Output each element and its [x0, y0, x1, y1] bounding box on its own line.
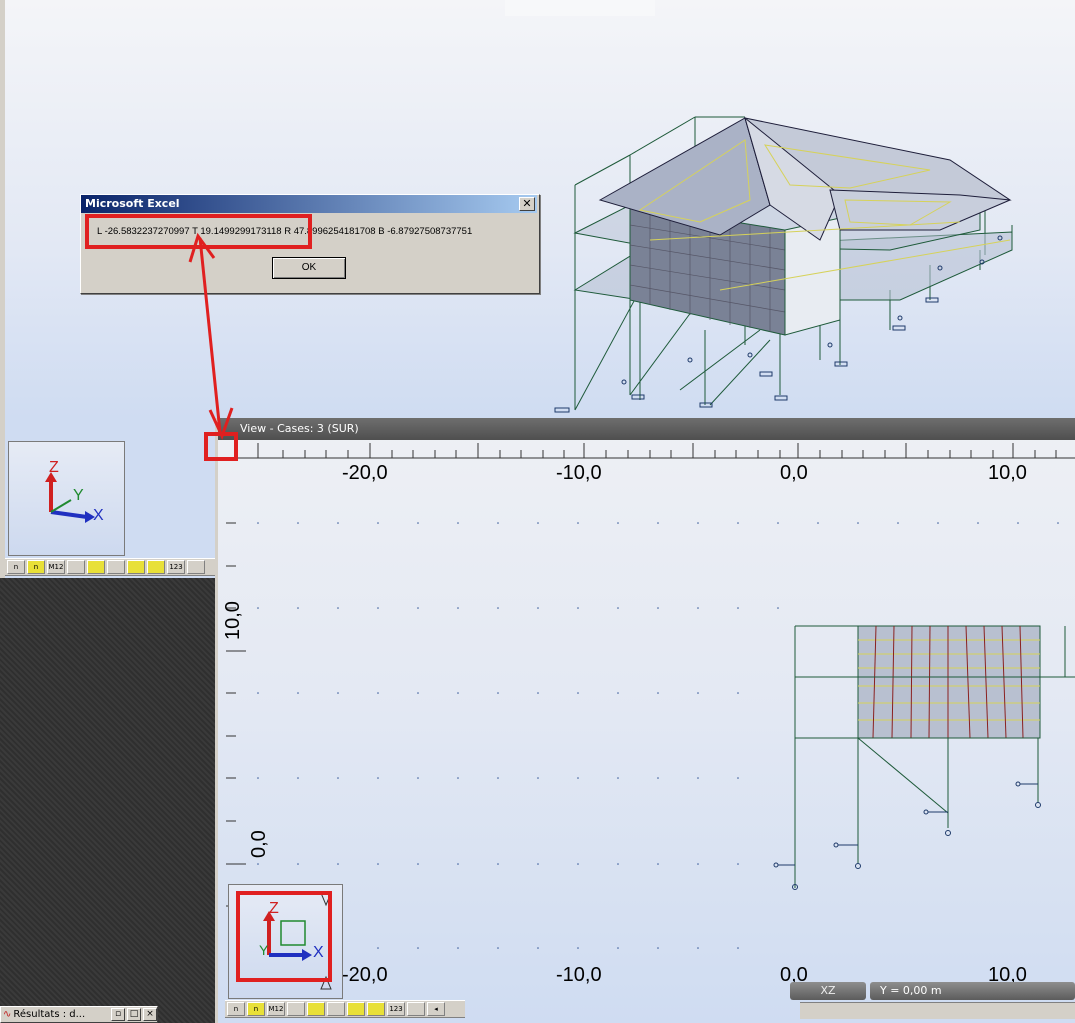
- toolbar-button[interactable]: n: [7, 560, 25, 574]
- maximize-icon[interactable]: □: [127, 1008, 141, 1021]
- toolbar-button[interactable]: n: [27, 560, 45, 574]
- ruler-top-label: -10,0: [556, 462, 602, 484]
- ruler-top-label: 10,0: [988, 462, 1027, 484]
- ok-button[interactable]: OK: [272, 257, 346, 279]
- minimized-results-window[interactable]: ∿ Résultats : d... ▫ □ ×: [0, 1006, 158, 1023]
- toolbar-button[interactable]: M12: [47, 560, 65, 574]
- restore-icon[interactable]: ▫: [111, 1008, 125, 1021]
- ruler-left-label: 10,0: [222, 601, 244, 640]
- toolbar-button[interactable]: [287, 1002, 305, 1016]
- axis-xz-icon: Z Y X: [259, 892, 332, 990]
- toolbar-button[interactable]: 123: [167, 560, 185, 574]
- axis-y-label: Y: [259, 942, 269, 958]
- toolbar-button[interactable]: [407, 1002, 425, 1016]
- ruler-top-label: 0,0: [780, 462, 808, 484]
- left-axis-area: Z Y X n n M12 123: [0, 418, 215, 578]
- toolbar-button[interactable]: [107, 560, 125, 574]
- toolbar-button[interactable]: [87, 560, 105, 574]
- close-icon[interactable]: ×: [143, 1008, 157, 1021]
- dialog-title[interactable]: Microsoft Excel: [81, 195, 537, 213]
- toolbar-button[interactable]: n: [247, 1002, 265, 1016]
- toolbar-button[interactable]: [147, 560, 165, 574]
- axis-triad-icon: Z Y X: [45, 459, 104, 524]
- ruler-bottom-label: -10,0: [556, 964, 602, 986]
- axis-indicator-2d: Z Y X: [228, 884, 343, 999]
- excel-message-dialog: Microsoft Excel ✕ L -26.5832237270997 T …: [80, 194, 540, 294]
- scroll-left-icon[interactable]: ◂: [427, 1002, 445, 1016]
- main-view-toolbar: n n M12 123 ◂: [225, 1000, 465, 1018]
- axis-y-label: Y: [73, 487, 84, 504]
- axis-x-label: X: [313, 944, 324, 961]
- ruler-top-label: -20,0: [342, 462, 388, 484]
- toolbar-button[interactable]: M12: [267, 1002, 285, 1016]
- toolbar-button[interactable]: [347, 1002, 365, 1016]
- top-strip: [505, 0, 655, 16]
- ruler-left-label: 0,0: [248, 830, 270, 858]
- toolbar-button[interactable]: n: [227, 1002, 245, 1016]
- toolbar-button[interactable]: [67, 560, 85, 574]
- toolbar-button[interactable]: 123: [387, 1002, 405, 1016]
- status-coordinate: Y = 0,00 m: [870, 982, 1075, 1000]
- elevation-2d-view[interactable]: -20,0 -10,0 0,0 10,0 10,0 0,0 -20,0 -10,…: [215, 418, 1075, 1023]
- ruler-bottom-label: -20,0: [342, 964, 388, 986]
- results-icon: ∿: [3, 1009, 12, 1020]
- toolbar-button[interactable]: [187, 560, 205, 574]
- dialog-message: L -26.5832237270997 T 19.1499299173118 R…: [97, 226, 473, 237]
- left-view-toolbar: n n M12 123: [5, 558, 215, 576]
- status-plane[interactable]: XZ: [790, 982, 866, 1000]
- toolbar-button[interactable]: [367, 1002, 385, 1016]
- toolbar-button[interactable]: [307, 1002, 325, 1016]
- axis-indicator-3d: Z Y X: [8, 441, 125, 556]
- axis-x-label: X: [93, 507, 104, 524]
- view-title-bar[interactable]: View - Cases: 3 (SUR): [218, 418, 1075, 440]
- close-button[interactable]: ✕: [519, 197, 535, 211]
- axis-z-label: Z: [49, 459, 59, 476]
- toolbar-button[interactable]: [127, 560, 145, 574]
- axis-z-label: Z: [269, 900, 279, 917]
- horizontal-scrollbar[interactable]: [800, 1002, 1075, 1019]
- toolbar-button[interactable]: [327, 1002, 345, 1016]
- elevation-drawing: [218, 443, 1075, 949]
- results-window-label: Résultats : d...: [13, 1009, 86, 1020]
